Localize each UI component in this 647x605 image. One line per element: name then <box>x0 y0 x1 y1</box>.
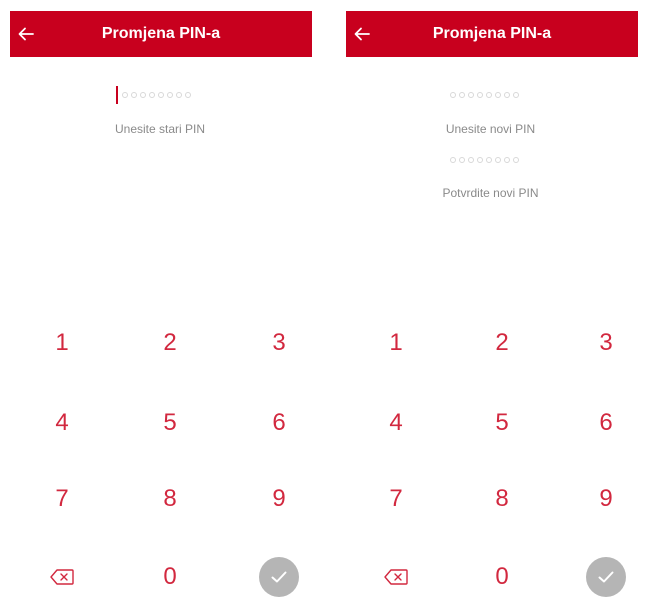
pin-digit-placeholder <box>131 92 137 98</box>
key-7[interactable]: 7 <box>366 471 426 527</box>
key-3[interactable]: 3 <box>249 315 309 371</box>
key-9[interactable]: 9 <box>576 471 636 527</box>
confirm-circle <box>259 557 299 597</box>
pin-digit-placeholder <box>185 92 191 98</box>
arrow-left-icon <box>18 27 34 41</box>
key-3[interactable]: 3 <box>576 315 636 371</box>
pin-digit-placeholder <box>477 157 483 163</box>
pin-digit-placeholder <box>468 157 474 163</box>
back-button[interactable] <box>354 11 394 57</box>
header-bar: Promjena PIN-a <box>10 11 312 57</box>
key-6[interactable]: 6 <box>249 395 309 451</box>
pin-digit-placeholder <box>513 157 519 163</box>
check-icon <box>598 571 614 583</box>
back-button[interactable] <box>18 11 58 57</box>
pin-digit-placeholder <box>513 92 519 98</box>
new-pin-label: Unesite novi PIN <box>445 122 536 136</box>
old-pin-label: Unesite stari PIN <box>114 122 206 136</box>
backspace-icon <box>384 569 408 585</box>
key-5[interactable]: 5 <box>140 395 200 451</box>
key-5[interactable]: 5 <box>472 395 532 451</box>
key-7[interactable]: 7 <box>32 471 92 527</box>
pin-digit-placeholder <box>167 92 173 98</box>
old-pin-screen: Promjena PIN-a Unesite stari PIN 1 2 3 4… <box>0 0 320 597</box>
pin-digit-placeholder <box>504 92 510 98</box>
key-9[interactable]: 9 <box>249 471 309 527</box>
pin-digit-placeholder <box>459 157 465 163</box>
key-4[interactable]: 4 <box>366 395 426 451</box>
pin-digit-placeholder <box>504 157 510 163</box>
pin-digit-placeholder <box>158 92 164 98</box>
key-1[interactable]: 1 <box>32 315 92 371</box>
confirm-pin-input[interactable] <box>450 153 522 167</box>
pin-digit-placeholder <box>176 92 182 98</box>
pin-digit-placeholder <box>140 92 146 98</box>
old-pin-input[interactable] <box>116 86 194 104</box>
pin-digit-placeholder <box>149 92 155 98</box>
pin-digit-placeholder <box>122 92 128 98</box>
key-1[interactable]: 1 <box>366 315 426 371</box>
key-8[interactable]: 8 <box>140 471 200 527</box>
pin-digit-placeholder <box>486 157 492 163</box>
backspace-icon <box>50 569 74 585</box>
pin-digit-placeholder <box>459 92 465 98</box>
key-6[interactable]: 6 <box>576 395 636 451</box>
key-4[interactable]: 4 <box>32 395 92 451</box>
key-2[interactable]: 2 <box>472 315 532 371</box>
new-pin-input[interactable] <box>450 88 522 102</box>
key-8[interactable]: 8 <box>472 471 532 527</box>
pin-digit-placeholder <box>468 92 474 98</box>
pin-digit-placeholder <box>495 157 501 163</box>
new-pin-screen: Promjena PIN-a Unesite novi PIN Potvrdit… <box>334 0 647 597</box>
confirm-circle <box>586 557 626 597</box>
text-cursor <box>116 86 118 104</box>
pin-digit-placeholder <box>477 92 483 98</box>
pin-digit-placeholder <box>486 92 492 98</box>
confirm-pin-label: Potvrdite novi PIN <box>442 186 539 200</box>
pin-digit-placeholder <box>450 92 456 98</box>
pin-digit-placeholder <box>495 92 501 98</box>
header-bar: Promjena PIN-a <box>346 11 638 57</box>
pin-digit-placeholder <box>450 157 456 163</box>
arrow-left-icon <box>354 27 370 41</box>
key-2[interactable]: 2 <box>140 315 200 371</box>
check-icon <box>271 571 287 583</box>
